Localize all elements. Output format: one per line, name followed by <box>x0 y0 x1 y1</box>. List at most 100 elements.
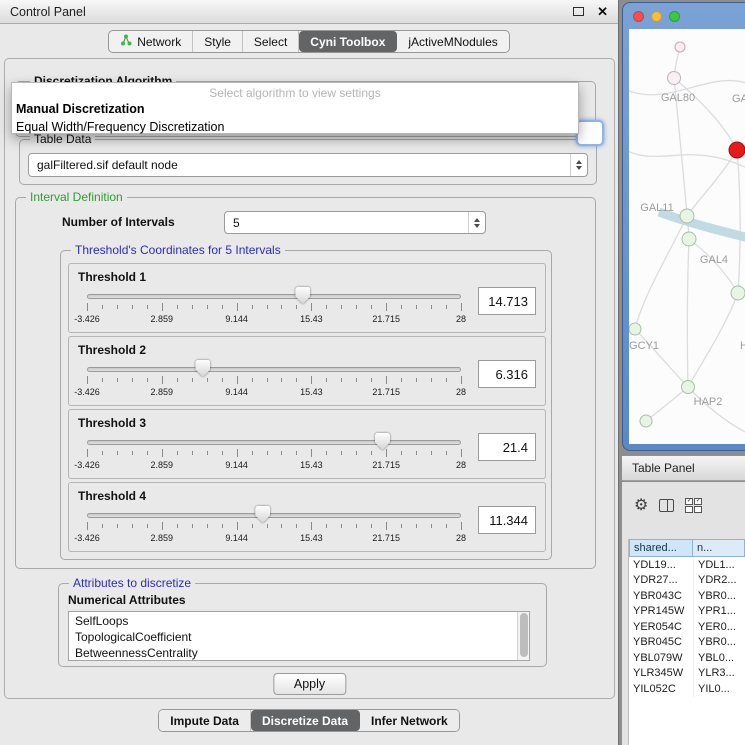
slider-tick <box>252 524 253 528</box>
scrollbar-thumb[interactable] <box>520 613 528 657</box>
node-gal11[interactable] <box>680 209 694 223</box>
table-cell: YBL079W <box>629 650 693 666</box>
slider-track[interactable] <box>87 294 461 299</box>
table-data-combo[interactable]: galFiltered.sif default node <box>28 153 588 177</box>
table-cell: YBR0... <box>693 635 745 651</box>
attribute-list-item[interactable]: BetweennessCentrality <box>69 645 529 661</box>
table-row[interactable]: YER054CYER0... <box>629 619 745 635</box>
node-gal80[interactable] <box>668 72 681 85</box>
minimize-window-icon[interactable] <box>651 11 662 22</box>
table-row[interactable]: YBR045CYBR0... <box>629 635 745 651</box>
checkbox-icon <box>694 506 702 513</box>
node[interactable] <box>731 286 745 300</box>
node-label: GAL11 <box>640 202 673 214</box>
stepper-icon[interactable] <box>468 212 485 233</box>
tab-select[interactable]: Select <box>243 31 299 52</box>
zoom-window-icon[interactable] <box>669 11 680 22</box>
table-row[interactable]: YBL079WYBL0... <box>629 650 745 666</box>
slider-tick <box>431 524 432 528</box>
column-header-shared-name[interactable]: shared... <box>629 539 693 557</box>
threshold-2-value[interactable]: 6.316 <box>478 360 536 388</box>
slider-tick <box>326 305 327 309</box>
slider-tick <box>207 378 208 382</box>
dropdown-option-manual[interactable]: Manual Discretization <box>12 100 578 118</box>
node-selected-red[interactable] <box>729 142 745 158</box>
slider-tick <box>132 524 133 528</box>
threshold-slider[interactable]: -3.4262.8599.14415.4321.71528 <box>87 360 461 404</box>
threshold-1-value[interactable]: 14.713 <box>478 287 536 315</box>
slider-thumb[interactable] <box>295 287 310 304</box>
slider-tick <box>311 449 312 457</box>
slider-tick <box>341 524 342 528</box>
slider-tick <box>296 524 297 528</box>
close-window-icon[interactable] <box>633 11 644 22</box>
slider-track[interactable] <box>87 367 461 372</box>
dropdown-option-equal-width[interactable]: Equal Width/Frequency Discretization <box>12 118 578 136</box>
table-row[interactable]: YDR27...YDR2... <box>629 573 745 589</box>
list-scrollbar[interactable] <box>517 612 529 660</box>
columns-icon[interactable] <box>659 499 674 512</box>
tick-label: -3.426 <box>74 314 100 324</box>
node-hap2[interactable] <box>682 381 695 394</box>
slider-thumb[interactable] <box>195 360 210 377</box>
node-table: shared... n... YDL19...YDL1...YDR27...YD… <box>628 539 745 745</box>
threshold-1-label: Threshold 1 <box>78 270 146 284</box>
tab-style[interactable]: Style <box>193 31 243 52</box>
slider-tick <box>461 449 462 457</box>
slider-tick <box>117 451 118 455</box>
tab-impute-data[interactable]: Impute Data <box>159 710 251 731</box>
select-columns-icon[interactable]: ✓ ✓ <box>685 498 702 513</box>
slider-track[interactable] <box>87 513 461 518</box>
gear-icon[interactable]: ⚙ <box>634 498 648 514</box>
slider-thumb[interactable] <box>255 506 270 523</box>
table-row[interactable]: YPR145WYPR1... <box>629 604 745 620</box>
tab-network[interactable]: Network <box>109 31 193 52</box>
slider-tick <box>87 303 88 311</box>
threshold-4-value[interactable]: 11.344 <box>478 506 536 534</box>
tab-cyni-toolbox-label: Cyni Toolbox <box>310 35 385 49</box>
network-canvas[interactable]: GAL80 GA GAL11 GAL4 GCY1 H HAP2 <box>629 29 745 444</box>
threshold-slider[interactable]: -3.4262.8599.14415.4321.71528 <box>87 287 461 331</box>
tab-infer-network[interactable]: Infer Network <box>360 710 459 731</box>
slider-tick <box>192 305 193 309</box>
node-gcy1[interactable] <box>629 323 641 335</box>
table-row[interactable]: YIL052CYIL0... <box>629 681 745 697</box>
node[interactable] <box>640 415 652 427</box>
algorithm-combo-fragment[interactable] <box>576 120 604 146</box>
threshold-3-label: Threshold 3 <box>78 416 146 430</box>
node[interactable] <box>675 42 685 52</box>
table-cell: YLR345W <box>629 666 693 682</box>
node-gal4[interactable] <box>682 232 696 246</box>
threshold-slider[interactable]: -3.4262.8599.14415.4321.71528 <box>87 506 461 550</box>
float-window-icon[interactable] <box>573 7 584 16</box>
top-tabs: Network Style Select Cyni Toolbox jActiv… <box>108 30 510 53</box>
slider-thumb[interactable] <box>375 433 390 450</box>
threshold-slider[interactable]: -3.4262.8599.14415.4321.71528 <box>87 433 461 477</box>
slider-tick <box>356 524 357 528</box>
tab-jactivemnodules[interactable]: jActiveMNodules <box>397 31 508 52</box>
table-row[interactable]: YDL19...YDL1... <box>629 557 745 573</box>
table-row[interactable]: YBR043CYBR0... <box>629 588 745 604</box>
apply-button[interactable]: Apply <box>273 673 346 695</box>
column-header-name[interactable]: n... <box>693 539 745 557</box>
close-icon[interactable]: ✕ <box>597 4 608 20</box>
node-label: GA <box>732 93 745 105</box>
attribute-list-item[interactable]: SelfLoops <box>69 613 529 629</box>
node-label: HAP2 <box>694 396 723 408</box>
slider-ticks <box>87 449 461 458</box>
table-row[interactable]: YLR345WYLR3... <box>629 666 745 682</box>
threshold-3-value[interactable]: 21.4 <box>478 433 536 461</box>
tick-label: 28 <box>456 314 466 324</box>
slider-tick <box>281 305 282 309</box>
stepper-icon[interactable] <box>570 154 587 176</box>
slider-tick <box>222 524 223 528</box>
attribute-list-item[interactable]: TopologicalCoefficient <box>69 629 529 645</box>
slider-track[interactable] <box>87 440 461 445</box>
slider-tick <box>461 522 462 530</box>
tab-discretize-data[interactable]: Discretize Data <box>251 710 360 731</box>
tab-cyni-toolbox[interactable]: Cyni Toolbox <box>299 31 397 52</box>
numerical-attributes-list[interactable]: SelfLoopsTopologicalCoefficientBetweenne… <box>68 611 530 661</box>
number-of-intervals-combo[interactable]: 5 <box>224 211 486 234</box>
tick-label: 15.43 <box>300 314 323 324</box>
slider-ticks <box>87 303 461 312</box>
